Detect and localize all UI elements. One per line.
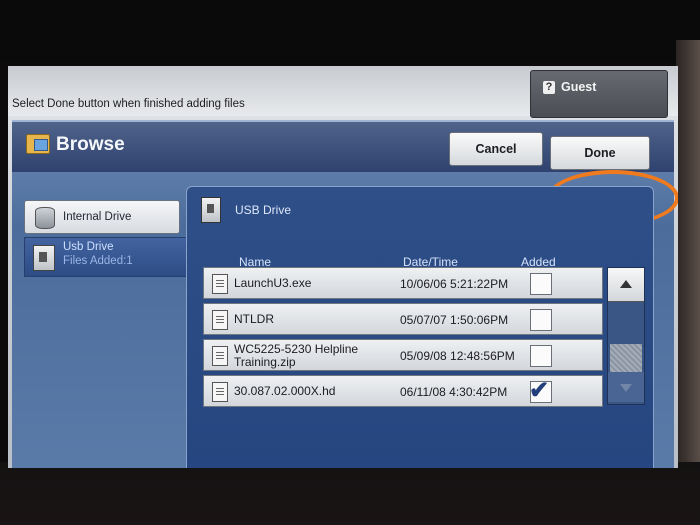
added-checkbox[interactable] [530,273,552,295]
table-row[interactable]: 30.087.02.000X.hd 06/11/08 4:30:42PM ✔ [203,375,603,407]
sidebar-item-label: Usb Drive [63,241,114,253]
file-list-panel: USB Drive Name Date/Time Added LaunchU3.… [186,186,654,468]
table-row[interactable]: NTLDR 05/07/07 1:50:06PM [203,303,603,335]
hard-drive-icon [35,207,55,229]
scroll-up-button[interactable] [608,268,644,302]
sidebar-item-usb-drive[interactable]: Usb Drive Files Added:1 [24,237,190,277]
sidebar-item-internal-drive[interactable]: Internal Drive [24,200,180,234]
device-bezel-top [0,0,700,62]
added-checkbox[interactable] [530,345,552,367]
added-checkbox[interactable]: ✔ [529,377,552,404]
table-row[interactable]: LaunchU3.exe 10/06/06 5:21:22PM [203,267,603,299]
instruction-text: Select Done button when finished adding … [12,98,245,110]
cancel-button[interactable]: Cancel [449,132,543,166]
scrollbar[interactable] [607,267,645,405]
device-bezel-bottom [0,462,700,525]
checkmark-icon: ✔ [529,377,550,404]
file-date: 06/11/08 4:30:42PM [400,385,508,399]
usb-drive-icon [33,245,55,271]
usb-drive-icon [201,197,221,223]
guest-button[interactable]: ? Guest [530,70,668,118]
guest-label: Guest [561,80,597,94]
files-added-count: Files Added:1 [63,255,133,267]
location-label: USB Drive [235,203,292,217]
file-name: LaunchU3.exe [234,276,312,290]
sidebar-item-label: Internal Drive [63,211,132,223]
folder-icon [26,134,50,154]
touch-screen: Select Done button when finished adding … [8,66,678,468]
scroll-down-button[interactable] [608,372,644,402]
file-name: NTLDR [234,312,275,326]
file-date: 05/09/08 12:48:56PM [400,349,515,363]
user-icon: ? [543,81,555,94]
file-name: 30.087.02.000X.hd [234,384,336,398]
file-icon [212,310,228,330]
done-button[interactable]: Done [550,136,650,170]
file-date: 05/07/07 1:50:06PM [400,313,509,327]
file-date: 10/06/06 5:21:22PM [400,277,509,291]
file-name: WC5225-5230 Helpline Training.zip [234,342,359,369]
file-icon [212,274,228,294]
page-title: Browse [56,134,125,155]
added-checkbox[interactable] [530,309,552,331]
device-bezel-right [676,40,700,470]
file-icon [212,382,228,402]
file-icon [212,346,228,366]
status-bar: Select Done button when finished adding … [8,66,678,118]
scroll-thumb[interactable] [610,344,642,372]
table-row[interactable]: WC5225-5230 Helpline Training.zip 05/09/… [203,339,603,371]
browse-header: Browse Cancel Done [12,122,674,172]
